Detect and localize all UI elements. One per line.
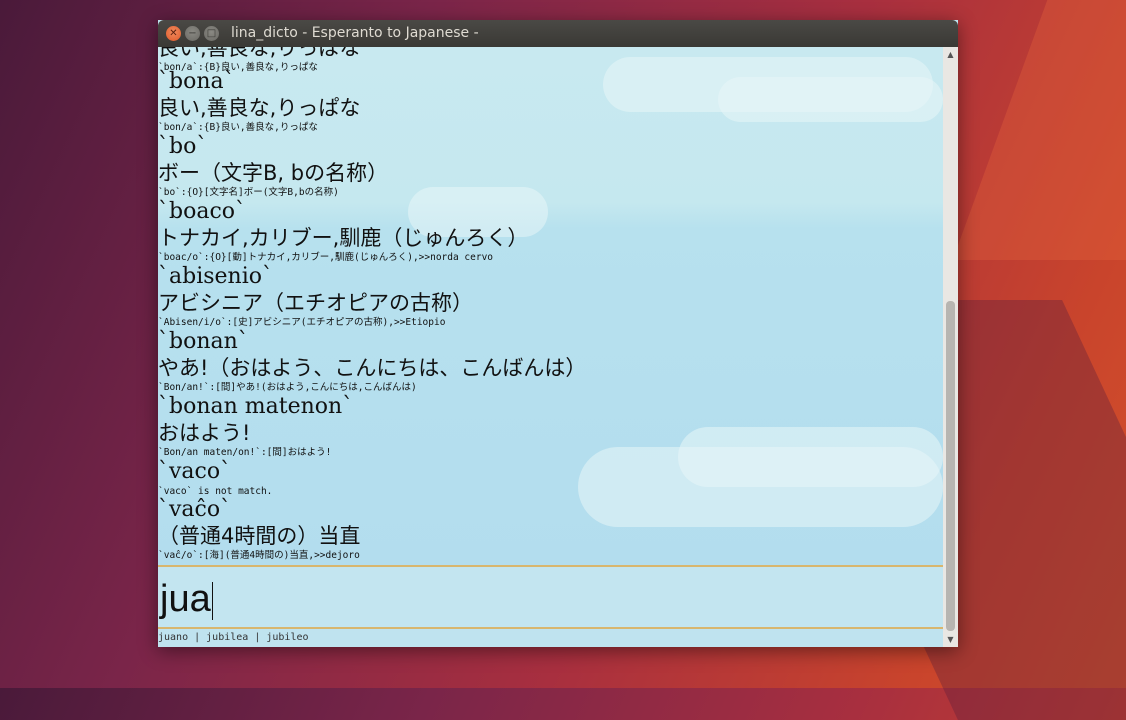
entry-headword: `vaco` xyxy=(158,459,232,484)
entry-translation: 良い,善良な,りっぱな xyxy=(158,96,361,120)
scroll-down-arrow[interactable]: ▼ xyxy=(943,632,958,647)
entry-headword: `vaĉo` xyxy=(158,497,232,522)
wallpaper-shape xyxy=(952,0,1126,260)
entry-headword: `boaco` xyxy=(158,199,247,224)
input-value: jua xyxy=(160,578,211,620)
suggestion-list[interactable]: juano | jubilea | jubileo xyxy=(158,632,309,643)
result-entry: `bona` 良い,善良な,りっぱな `bon/a`:{B}良い,善良な,りっぱ… xyxy=(158,69,360,134)
entry-raw: `Bon/an!`:[間]やあ!(おはよう,こんにちは,こんばんは) xyxy=(158,382,417,393)
entry-headword: `bonan matenon` xyxy=(158,394,354,419)
search-input-text[interactable]: jua xyxy=(160,577,214,621)
entry-translation: アビシニア（エチオピアの古称） xyxy=(158,291,473,315)
entry-translation: （普通4時間の）当直 xyxy=(158,524,361,548)
entry-headword: `bonan` xyxy=(158,329,249,354)
entry-translation: おはよう! xyxy=(158,421,251,445)
entry-translation: トナカイ,カリブー,馴鹿（じゅんろく） xyxy=(158,226,529,250)
app-window: ✕ − □ lina_dicto - Esperanto to Japanese… xyxy=(158,20,958,647)
result-entry: `bo` ボー（文字B, bの名称） `bo`:{O}[文字名]ボー(文字B,b… xyxy=(158,134,388,199)
entry-headword: `bona` xyxy=(158,69,235,94)
entry-raw: `vaĉ/o`:[海](普通4時間の)当直,>>dejoro xyxy=(158,550,360,561)
cloud-decoration xyxy=(678,427,943,487)
cloud-decoration xyxy=(718,77,943,122)
entry-headword: `abisenio` xyxy=(158,264,273,289)
close-button[interactable]: ✕ xyxy=(166,26,181,41)
entry-translation: 良い,善良な,りっぱな xyxy=(158,47,361,60)
window-title: lina_dicto - Esperanto to Japanese - xyxy=(231,25,479,41)
result-entry: `vaĉo` （普通4時間の）当直 `vaĉ/o`:[海](普通4時間の)当直,… xyxy=(158,497,360,562)
scroll-thumb[interactable] xyxy=(946,301,955,631)
entry-raw: `bon/a`:{B}良い,善良な,りっぱな xyxy=(158,122,318,133)
result-entry: `abisenio` アビシニア（エチオピアの古称） `Abisen/i/o`:… xyxy=(158,264,473,329)
entry-raw: `Abisen/i/o`:[史]アビシニア(エチオピアの古称),>>Etiopi… xyxy=(158,317,446,328)
maximize-button[interactable]: □ xyxy=(204,26,219,41)
entry-raw: `Bon/an maten/on!`:[間]おはよう! xyxy=(158,447,332,458)
result-entry: `boaco` トナカイ,カリブー,馴鹿（じゅんろく） `boac/o`:{O}… xyxy=(158,199,528,264)
result-entry: `bonan` やあ!（おはよう、こんにちは、こんばんは） `Bon/an!`:… xyxy=(158,329,586,394)
vertical-scrollbar[interactable]: ▲ ▼ xyxy=(943,47,958,647)
text-caret xyxy=(211,581,214,620)
suggestion-bar: juano | jubilea | jubileo xyxy=(158,629,943,647)
search-input[interactable]: jua xyxy=(158,565,943,629)
entry-raw: `boac/o`:{O}[動]トナカイ,カリブー,馴鹿(じゅんろく),>>nor… xyxy=(158,252,494,263)
minimize-button[interactable]: − xyxy=(185,26,200,41)
result-entry: `vaco` `vaco` is not match. xyxy=(158,459,272,498)
entry-headword: `bo` xyxy=(158,134,208,159)
entry-translation: ボー（文字B, bの名称） xyxy=(158,161,389,185)
scroll-up-arrow[interactable]: ▲ xyxy=(943,47,958,62)
result-entry: `bonan matenon` おはよう! `Bon/an maten/on!`… xyxy=(158,394,353,459)
entry-raw: `bo`:{O}[文字名]ボー(文字B,bの名称) xyxy=(158,187,339,198)
entry-translation: やあ!（おはよう、こんにちは、こんばんは） xyxy=(158,356,587,380)
results-panel[interactable]: 良い,善良な,りっぱな `bon/a`:{B}良い,善良な,りっぱな `bona… xyxy=(158,47,943,565)
title-bar[interactable]: ✕ − □ lina_dicto - Esperanto to Japanese… xyxy=(158,20,958,47)
